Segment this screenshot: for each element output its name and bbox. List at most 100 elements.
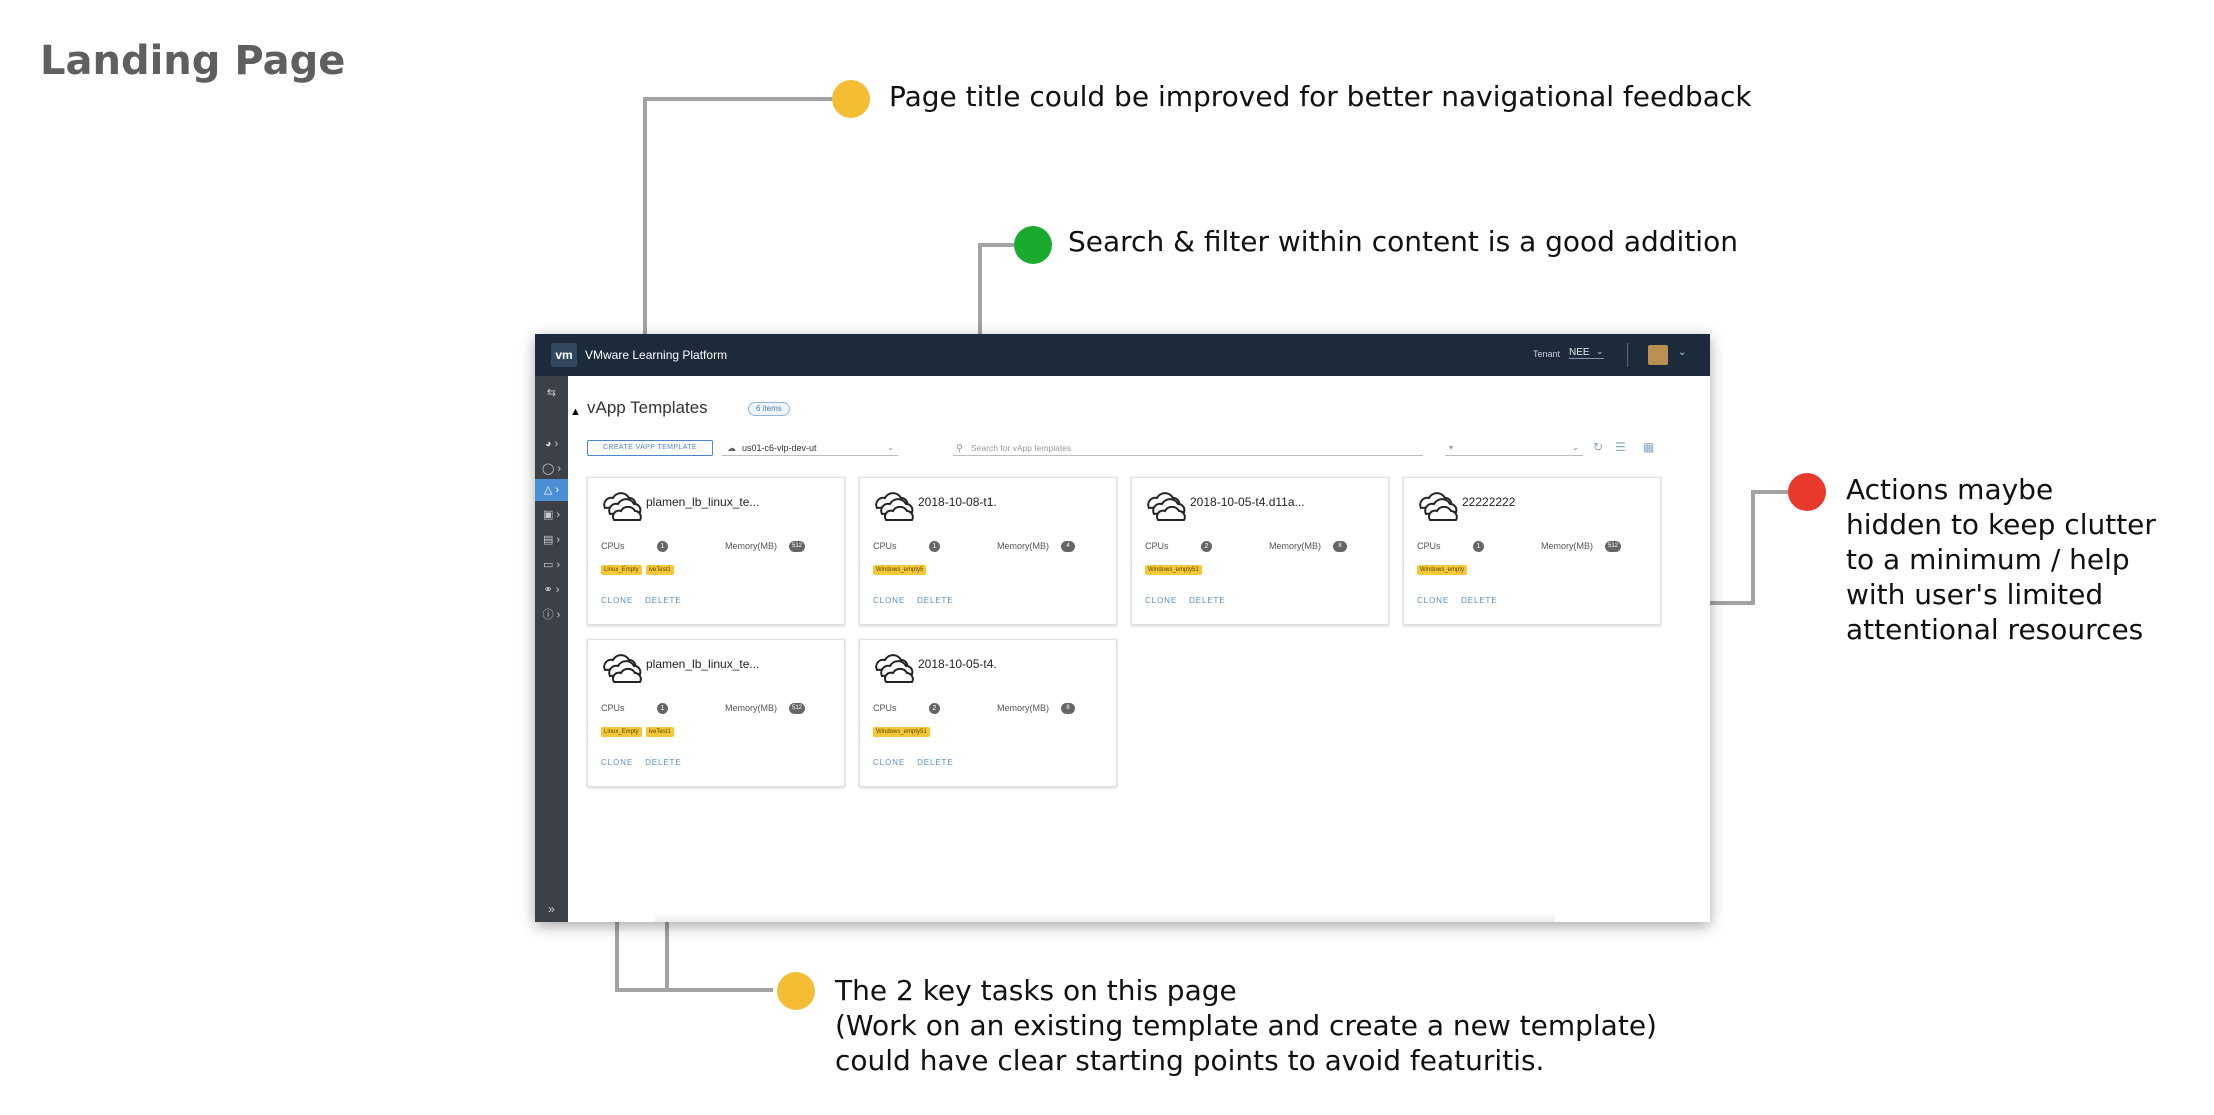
vmware-logo[interactable]: vm (551, 343, 577, 367)
annotation-actions-line: Actions maybe (1846, 473, 2054, 506)
create-vapp-template-button[interactable]: CREATE VAPP TEMPLATE (587, 440, 713, 456)
cloud-stack-icon (875, 654, 914, 683)
annotation-dot-key-tasks (777, 972, 815, 1010)
users-icon[interactable]: ⚭ › (535, 579, 568, 601)
tag: Windows_empty51 (873, 727, 930, 737)
tag: iveTest1 (645, 727, 674, 737)
clone-button[interactable]: CLONE (873, 758, 905, 767)
template-name: 2018-10-08-t1. (918, 495, 997, 509)
tag: iveTest1 (645, 565, 674, 575)
cloud-stack-icon (603, 492, 642, 521)
card-actions: CLONE DELETE (873, 596, 966, 605)
tenant-label: Tenant (1533, 349, 1561, 359)
annotation-actions-line: with user's limited (1846, 578, 2104, 611)
annotation-actions-line: attentional resources (1846, 613, 2144, 646)
annotation-actions: Actions maybe hidden to keep clutter to … (1846, 472, 2156, 647)
building-icon[interactable]: ▤ › (535, 529, 568, 551)
card-actions: CLONE DELETE (873, 758, 966, 767)
cloud-stack-icon (875, 492, 914, 521)
annotation-key-tasks-line: The 2 key tasks on this page (835, 974, 1237, 1007)
cloud-stack-icon (1147, 492, 1186, 521)
tag: Windows_empty5 (873, 565, 927, 575)
annotation-actions-line: hidden to keep clutter (1846, 508, 2156, 541)
delete-button[interactable]: DELETE (645, 758, 682, 767)
annotation-dot-search (1014, 226, 1052, 264)
template-name: 2018-10-05-t4.d11a... (1190, 495, 1305, 509)
template-name: 22222222 (1462, 495, 1516, 509)
help-icon[interactable]: ⓘ › (535, 604, 568, 626)
expand-sidebar-icon[interactable]: » (535, 902, 568, 916)
card-actions: CLONE DELETE (601, 758, 694, 767)
template-name: 2018-10-05-t4. (918, 657, 997, 671)
tag: Windows_empty51 (1145, 565, 1202, 575)
delete-button[interactable]: DELETE (917, 758, 954, 767)
card-actions: CLONE DELETE (1417, 596, 1510, 605)
memory-label: Memory(MB) (725, 703, 777, 713)
template-card[interactable]: 2018-10-05-t4. CPUs 2 Memory(MB) 8 Windo… (859, 639, 1117, 787)
cpus-label: CPUs (1145, 541, 1169, 551)
delete-button[interactable]: DELETE (645, 596, 682, 605)
cloud-icon: ☁ (727, 443, 736, 453)
app-name[interactable]: VMware Learning Platform (585, 348, 727, 362)
tag: Windows_empty (1417, 565, 1468, 575)
clone-button[interactable]: CLONE (1417, 596, 1449, 605)
tag-list: Linux_Empty iveTest1 (601, 720, 678, 738)
template-card[interactable]: 22222222 CPUs 1 Memory(MB) 512 Windows_e… (1403, 477, 1661, 625)
cpus-label: CPUs (873, 703, 897, 713)
cloud-stack-icon (603, 654, 642, 683)
delete-button[interactable]: DELETE (1189, 596, 1226, 605)
chevron-down-icon: ⌄ (1572, 443, 1579, 452)
lock-icon[interactable]: ▣ › (535, 504, 568, 526)
folder-icon[interactable]: ▭ › (535, 554, 568, 576)
cpus-label: CPUs (873, 541, 897, 551)
template-card[interactable]: plamen_lb_linux_te... CPUs 1 Memory(MB) … (587, 639, 845, 787)
annotation-dot-page-title (832, 80, 870, 118)
chevron-down-icon: ⌄ (887, 443, 894, 452)
annotation-key-tasks-line: (Work on an existing template and create… (835, 1009, 1657, 1042)
memory-label: Memory(MB) (997, 703, 1049, 713)
mouse-cursor-icon: ▲ (570, 406, 581, 418)
shield-icon[interactable]: ◯ › (535, 458, 568, 480)
app-screenshot: vm VMware Learning Platform Tenant NEE ⌄… (535, 334, 1710, 922)
search-input[interactable]: ⚲ Search for vApp templates (953, 440, 1423, 456)
memory-value: 4 (1061, 541, 1075, 552)
header-divider (1627, 343, 1628, 367)
memory-value: 8 (1061, 703, 1075, 714)
template-card[interactable]: plamen_lb_linux_te... CPUs 1 Memory(MB) … (587, 477, 845, 625)
lab-icon[interactable]: △ › (535, 479, 568, 501)
annotation-actions-line: to a minimum / help (1846, 543, 2130, 576)
tag: Linux_Empty (601, 565, 642, 575)
delete-button[interactable]: DELETE (1461, 596, 1498, 605)
tag-list: Windows_empty5 (873, 558, 930, 576)
tag-list: Linux_Empty iveTest1 (601, 558, 678, 576)
template-name: plamen_lb_linux_te... (646, 495, 760, 509)
content-title: vApp Templates (587, 398, 708, 417)
tag-list: Windows_empty51 (873, 720, 934, 738)
swap-icon[interactable]: ⇆ (535, 382, 568, 404)
search-icon: ⚲ (956, 443, 963, 453)
dashboard-icon[interactable]: ◕ › (535, 433, 568, 455)
site-select[interactable]: ☁ us01-c6-vlp-dev-ut ⌄ (722, 440, 898, 456)
delete-button[interactable]: DELETE (917, 596, 954, 605)
template-name: plamen_lb_linux_te... (646, 657, 760, 671)
memory-label: Memory(MB) (1541, 541, 1593, 551)
grid-view-icon[interactable]: ▦ (1643, 440, 1654, 454)
clone-button[interactable]: CLONE (873, 596, 905, 605)
clone-button[interactable]: CLONE (601, 596, 633, 605)
search-placeholder: Search for vApp templates (971, 443, 1072, 453)
cpus-value: 1 (657, 541, 668, 552)
annotation-page-title: Page title could be improved for better … (889, 80, 1752, 113)
footer-shade (655, 912, 1555, 922)
list-view-icon[interactable]: ☰ (1615, 440, 1626, 454)
annotation-key-tasks: The 2 key tasks on this page (Work on an… (835, 973, 1657, 1078)
chevron-down-icon[interactable]: ⌄ (1678, 347, 1686, 358)
clone-button[interactable]: CLONE (601, 758, 633, 767)
avatar[interactable] (1648, 345, 1668, 365)
template-card[interactable]: 2018-10-08-t1. CPUs 1 Memory(MB) 4 Windo… (859, 477, 1117, 625)
memory-label: Memory(MB) (997, 541, 1049, 551)
cpus-value: 1 (657, 703, 668, 714)
template-card[interactable]: 2018-10-05-t4.d11a... CPUs 2 Memory(MB) … (1131, 477, 1389, 625)
clone-button[interactable]: CLONE (1145, 596, 1177, 605)
filter-select[interactable]: ▾ ⌄ (1445, 440, 1583, 456)
refresh-icon[interactable]: ↻ (1593, 440, 1603, 454)
